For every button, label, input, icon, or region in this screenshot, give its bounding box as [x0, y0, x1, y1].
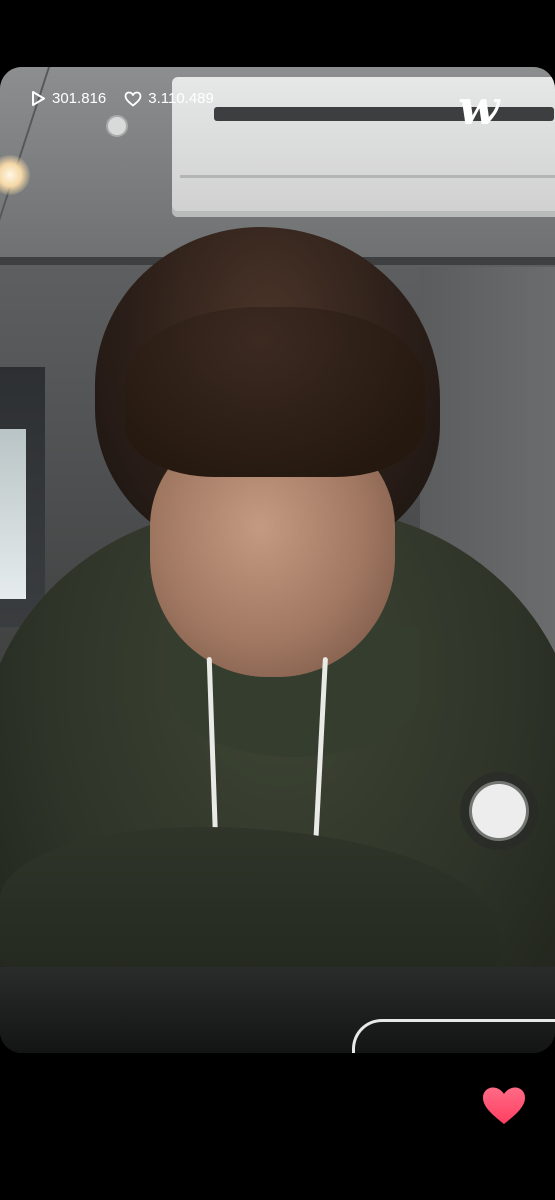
heart-like-button[interactable]: [480, 1084, 528, 1128]
play-outline-icon: [30, 90, 46, 107]
window-light: [0, 429, 26, 599]
assistive-touch-inner: [472, 784, 526, 838]
heart-filled-icon: [480, 1087, 528, 1132]
live-stats: 301.816 3.110.489: [30, 90, 214, 107]
heart-outline-icon: [124, 91, 142, 107]
like-count-value: 3.110.489: [148, 90, 214, 107]
person-bangs: [125, 307, 425, 477]
play-count-value: 301.816: [52, 90, 107, 107]
play-count: 301.816: [30, 90, 106, 107]
sprinkler: [106, 115, 128, 137]
weverse-logo: w: [458, 80, 499, 136]
live-video-frame[interactable]: [0, 67, 555, 1053]
ac-panel-line: [180, 175, 555, 178]
cable: [352, 1019, 555, 1053]
like-count: 3.110.489: [124, 90, 214, 107]
assistive-touch-button[interactable]: [460, 772, 538, 850]
